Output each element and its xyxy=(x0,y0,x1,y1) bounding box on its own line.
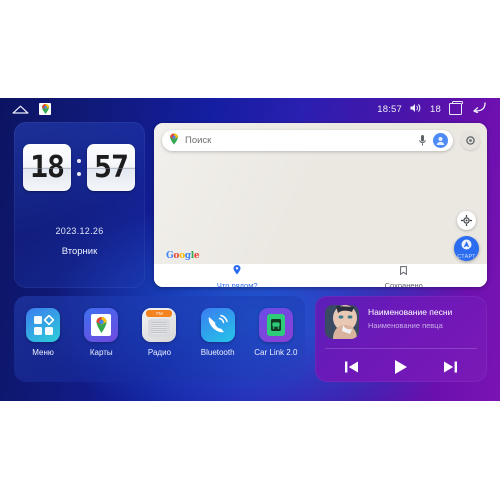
clock-minutes: 57 xyxy=(87,144,135,191)
app-radio-label: Радио xyxy=(147,348,172,357)
clock-weekday: Вторник xyxy=(61,246,98,257)
track-artist: Наименование певца xyxy=(368,321,443,330)
maps-pin-icon[interactable] xyxy=(39,103,51,115)
recents-icon[interactable] xyxy=(449,101,463,115)
app-car-link-label: Car Link 2.0 xyxy=(254,348,298,357)
volume-level: 18 xyxy=(430,103,441,115)
start-navigation-button[interactable]: СТАРТ xyxy=(454,236,479,261)
previous-track-button[interactable] xyxy=(344,360,359,374)
media-widget[interactable]: Наименование песни Наименование певца xyxy=(315,296,487,382)
home-icon[interactable] xyxy=(12,105,29,114)
back-arrow-icon[interactable] xyxy=(470,102,486,116)
app-menu-label: Меню xyxy=(32,348,54,357)
bluetooth-phone-icon xyxy=(200,308,235,342)
status-bar: 18:57 18 xyxy=(0,98,500,120)
location-pin-icon xyxy=(233,262,241,280)
clock-date: 2023.12.26 xyxy=(55,226,104,236)
app-bluetooth[interactable]: Bluetooth xyxy=(194,308,242,357)
microphone-icon[interactable] xyxy=(418,134,427,147)
app-radio[interactable]: FM Радио xyxy=(135,308,183,357)
search-placeholder: Поиск xyxy=(185,135,212,146)
next-track-button[interactable] xyxy=(443,360,458,374)
car-head-unit-screen: 18:57 18 18 57 2023.12.26 Вторник Поиск … xyxy=(0,98,500,401)
app-maps-label: Карты xyxy=(89,348,113,357)
search-input[interactable]: Поиск xyxy=(162,130,453,151)
my-location-icon[interactable] xyxy=(457,211,476,230)
app-bluetooth-label: Bluetooth xyxy=(200,348,235,357)
app-maps[interactable]: Карты xyxy=(77,308,125,357)
car-link-icon xyxy=(258,308,293,342)
map-bottom-tabs: Что рядом? Сохранено xyxy=(154,264,487,287)
tab-nearby-label: Что рядом? xyxy=(216,280,258,288)
clock-hours: 18 xyxy=(23,144,71,191)
volume-icon[interactable] xyxy=(410,103,422,116)
radio-fm-badge: FM xyxy=(146,310,173,317)
album-cover xyxy=(325,305,359,339)
tab-saved-label: Сохранено xyxy=(384,280,423,288)
clock-colon xyxy=(75,148,83,188)
radio-icon: FM xyxy=(142,308,177,342)
flip-clock: 18 57 xyxy=(23,144,135,191)
maps-pin-icon xyxy=(84,308,119,342)
maps-widget[interactable]: Поиск Google СТАРТ Что рядом? Сохранено xyxy=(154,123,487,287)
status-time: 18:57 xyxy=(377,103,403,115)
maps-pin-icon xyxy=(169,132,179,150)
start-button-label: СТАРТ xyxy=(457,254,476,260)
tab-nearby[interactable]: Что рядом? xyxy=(154,264,321,287)
app-car-link[interactable]: Car Link 2.0 xyxy=(252,308,300,357)
tab-saved[interactable]: Сохранено xyxy=(321,264,488,287)
account-avatar[interactable] xyxy=(433,133,448,148)
gear-icon[interactable] xyxy=(461,131,480,150)
play-button[interactable] xyxy=(393,359,408,375)
google-logo: Google xyxy=(166,251,200,261)
apps-grid-icon xyxy=(26,308,61,342)
bookmark-icon xyxy=(400,262,408,280)
clock-widget[interactable]: 18 57 2023.12.26 Вторник xyxy=(14,122,145,288)
navigation-arrow-icon xyxy=(461,237,472,255)
app-dock: Меню Карты FM Радио Bluetooth Car Link 2… xyxy=(14,296,305,382)
clock-hours-value: 18 xyxy=(29,150,65,185)
clock-minutes-value: 57 xyxy=(93,150,129,185)
track-title: Наименование песни xyxy=(368,307,453,317)
media-divider xyxy=(325,348,477,349)
app-menu[interactable]: Меню xyxy=(19,308,67,357)
